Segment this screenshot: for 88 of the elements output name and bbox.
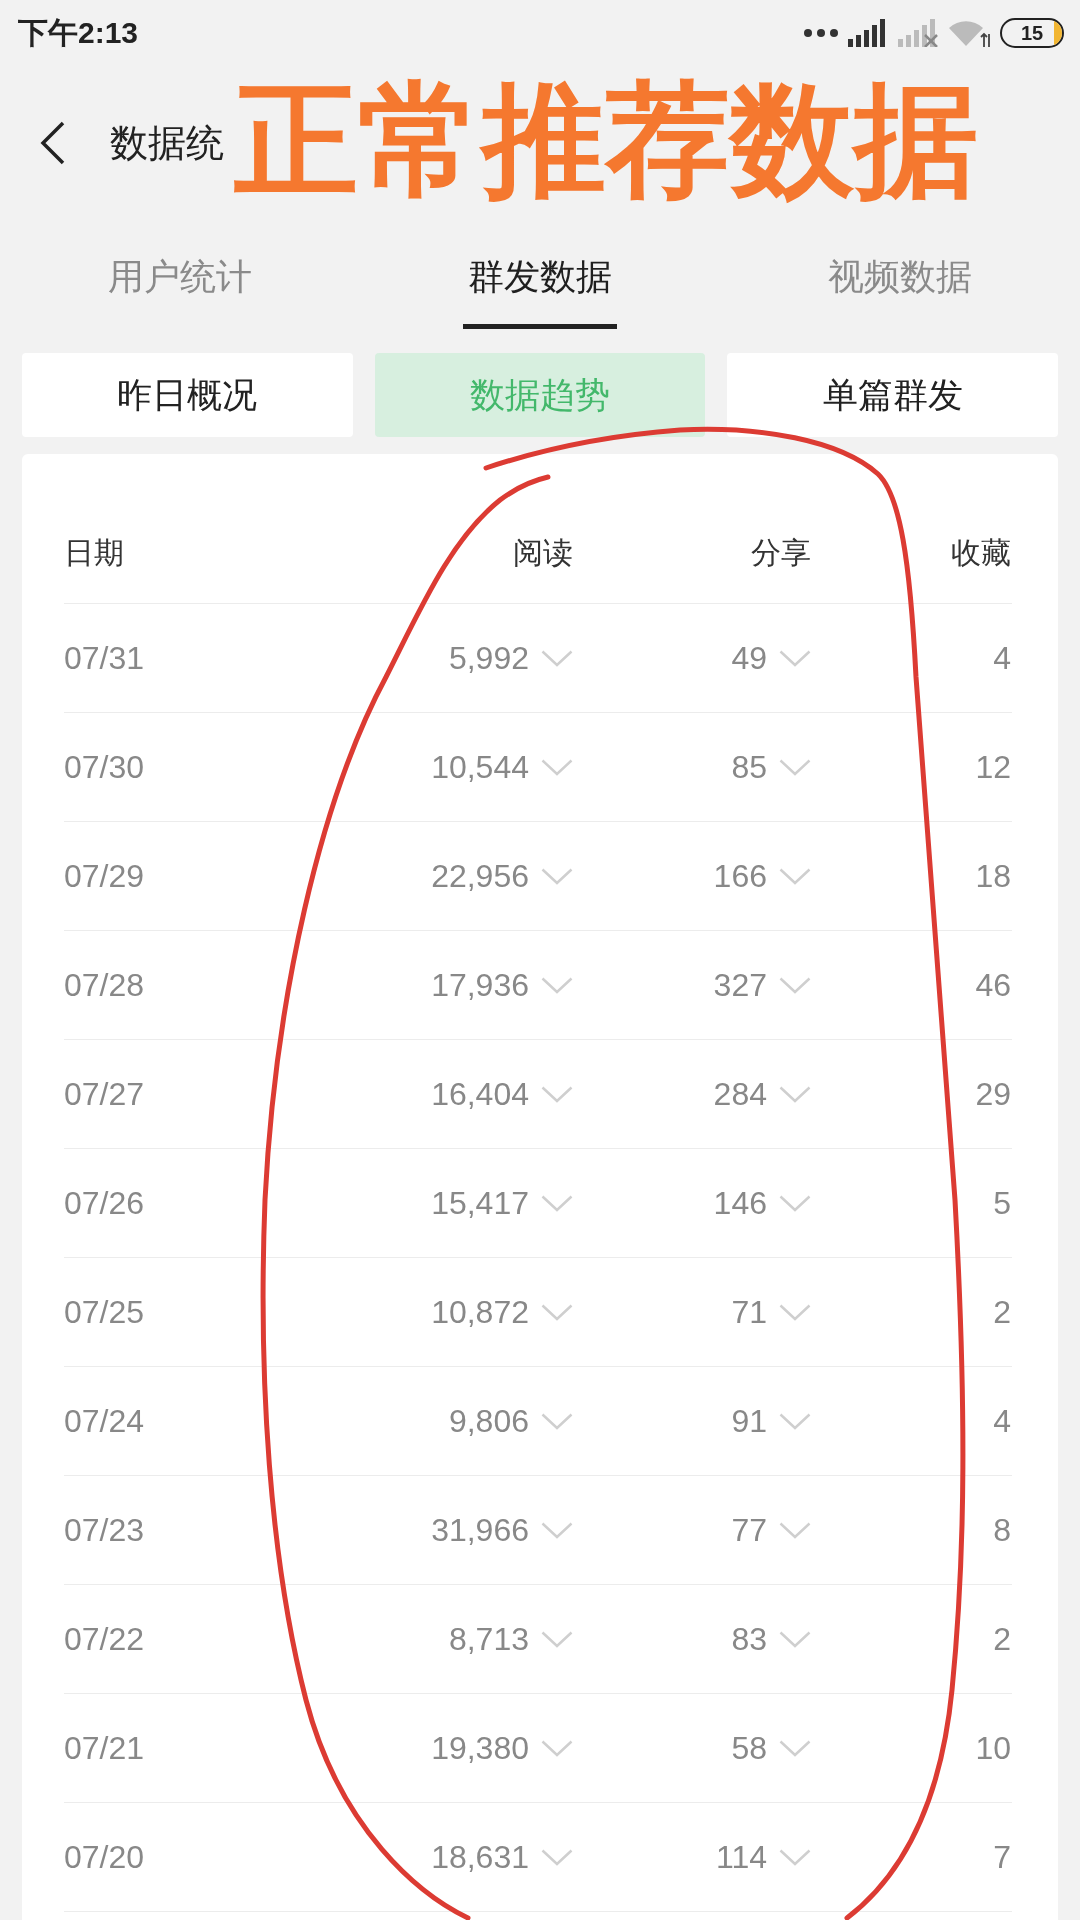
chevron-down-icon <box>779 1521 811 1539</box>
date-text: 07/29 <box>64 857 145 896</box>
chevron-down-icon <box>541 976 573 994</box>
chevron-down-icon <box>541 1739 573 1757</box>
column-header: 日期 <box>64 535 124 571</box>
wifi-icon <box>948 18 990 48</box>
chevron-down-icon <box>541 649 573 667</box>
chevron-down-icon <box>541 1848 573 1866</box>
favorite-count: 5 <box>993 1184 1011 1223</box>
no-signal-icon <box>898 19 938 47</box>
share-count: 166 <box>713 857 767 896</box>
read-count: 10,544 <box>431 748 529 787</box>
annotation-text: 正常推荐数据 <box>234 78 978 202</box>
chevron-down-icon <box>779 1194 811 1212</box>
favorite-count: 46 <box>975 966 1011 1005</box>
date-text: 07/26 <box>64 1184 145 1223</box>
chevron-down-icon <box>541 1085 573 1103</box>
favorite-count: 8 <box>993 1511 1011 1550</box>
read-count: 16,404 <box>431 1075 529 1114</box>
read-count: 5,992 <box>448 639 529 678</box>
segment-button[interactable]: 昨日概况 <box>22 353 353 437</box>
read-count: 9,806 <box>448 1402 529 1441</box>
read-count: 17,936 <box>431 966 529 1005</box>
share-count: 71 <box>731 1293 767 1332</box>
date-text: 07/24 <box>64 1402 145 1441</box>
share-count: 85 <box>731 748 767 787</box>
favorite-count: 12 <box>975 748 1011 787</box>
chevron-down-icon <box>779 1412 811 1430</box>
signal-icon <box>848 19 888 47</box>
read-count: 22,956 <box>431 857 529 896</box>
share-count: 284 <box>713 1075 767 1114</box>
chevron-down-icon <box>779 758 811 776</box>
chevron-down-icon <box>779 1085 811 1103</box>
date-text: 07/28 <box>64 966 145 1005</box>
share-count: 58 <box>731 1729 767 1768</box>
share-count: 83 <box>731 1620 767 1659</box>
share-count: 77 <box>731 1511 767 1550</box>
date-text: 07/20 <box>64 1838 145 1877</box>
tab[interactable]: 群发数据 <box>463 252 617 329</box>
share-count: 327 <box>713 966 767 1005</box>
read-count: 8,713 <box>448 1620 529 1659</box>
favorite-count: 7 <box>993 1838 1011 1877</box>
chevron-down-icon <box>541 1521 573 1539</box>
date-text: 07/30 <box>64 748 145 787</box>
share-count: 114 <box>716 1838 767 1877</box>
status-time: 下午2:13 <box>18 18 139 48</box>
read-count: 19,380 <box>431 1729 529 1768</box>
dots-icon <box>804 29 838 37</box>
favorite-count: 4 <box>993 639 1011 678</box>
share-count: 146 <box>713 1184 767 1223</box>
read-count: 15,417 <box>431 1184 529 1223</box>
date-text: 07/21 <box>64 1729 145 1768</box>
favorite-count: 10 <box>975 1729 1011 1768</box>
date-text: 07/23 <box>64 1511 145 1550</box>
chevron-down-icon <box>779 649 811 667</box>
chevron-down-icon <box>779 867 811 885</box>
battery-indicator: 15 <box>1000 18 1064 48</box>
read-count: 18,631 <box>431 1838 529 1877</box>
date-text: 07/27 <box>64 1075 145 1114</box>
column-header: 分享 <box>751 535 811 571</box>
date-text: 07/22 <box>64 1620 145 1659</box>
chevron-down-icon <box>779 1303 811 1321</box>
chevron-down-icon <box>779 976 811 994</box>
favorite-count: 18 <box>975 857 1011 896</box>
chevron-down-icon <box>541 1630 573 1648</box>
chevron-down-icon <box>779 1630 811 1648</box>
favorite-count: 4 <box>993 1402 1011 1441</box>
share-count: 49 <box>731 639 767 678</box>
date-text: 07/25 <box>64 1293 145 1332</box>
chevron-down-icon <box>541 1194 573 1212</box>
page-title: 数据统 <box>110 124 224 162</box>
column-header: 收藏 <box>951 535 1011 571</box>
chevron-down-icon <box>541 1412 573 1430</box>
chevron-down-icon <box>541 758 573 776</box>
segment-button[interactable]: 单篇群发 <box>727 353 1058 437</box>
read-count: 31,966 <box>431 1511 529 1550</box>
back-icon[interactable] <box>40 121 66 165</box>
chevron-down-icon <box>541 867 573 885</box>
column-header: 阅读 <box>513 535 573 571</box>
favorite-count: 2 <box>993 1293 1011 1332</box>
favorite-count: 29 <box>975 1075 1011 1114</box>
share-count: 91 <box>731 1402 767 1441</box>
chevron-down-icon <box>779 1739 811 1757</box>
chevron-down-icon <box>779 1848 811 1866</box>
chevron-down-icon <box>541 1303 573 1321</box>
read-count: 10,872 <box>431 1293 529 1332</box>
favorite-count: 2 <box>993 1620 1011 1659</box>
date-text: 07/31 <box>64 639 145 678</box>
